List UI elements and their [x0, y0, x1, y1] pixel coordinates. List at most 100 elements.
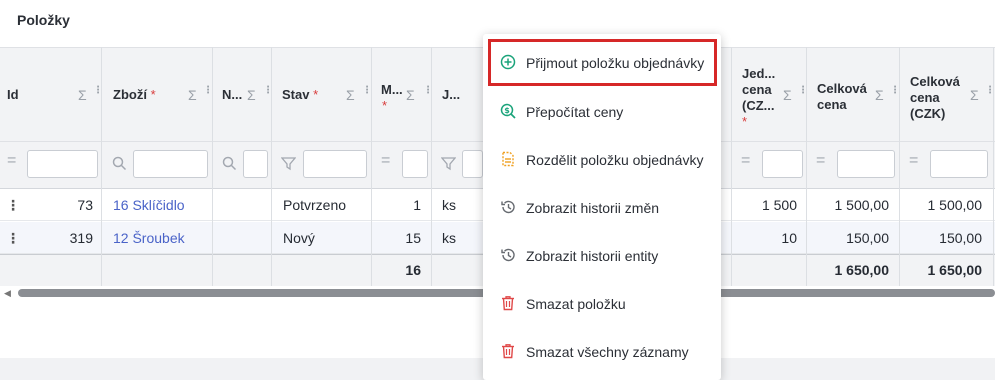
column-header-label-line: cena	[742, 82, 772, 97]
row-actions-icon[interactable]: ⋮	[6, 189, 20, 221]
column-header-label: Stav	[282, 86, 310, 102]
filter-input[interactable]	[462, 150, 483, 178]
required-mark: *	[742, 114, 748, 129]
equals-filter-icon[interactable]: =	[7, 152, 16, 170]
filter-input[interactable]	[402, 150, 428, 178]
cell-jed-cena: 10	[781, 230, 797, 246]
sum-icon[interactable]: Σ	[188, 87, 197, 103]
column-menu-icon[interactable]: ⋮	[362, 86, 372, 96]
column-header-celkova-cena-czk[interactable]: Celková cena (CZK) Σ ⋮	[899, 47, 995, 142]
filter-input[interactable]	[243, 150, 268, 178]
filter-stav	[271, 150, 371, 180]
column-header-label: N...	[222, 86, 243, 102]
menu-item-label: Zobrazit historii změn	[526, 200, 660, 216]
column-header-label-line: (CZ...	[742, 98, 775, 113]
search-icon[interactable]	[222, 156, 237, 175]
column-header-label-line: (CZK)	[910, 106, 946, 121]
sum-icon[interactable]: Σ	[78, 87, 87, 103]
cell-id: 319	[69, 230, 93, 246]
menu-item-label: Smazat položku	[526, 296, 626, 312]
funnel-icon[interactable]	[440, 156, 457, 175]
column-header-label: Zboží	[113, 86, 147, 102]
column-divider	[993, 47, 994, 286]
menu-item-label: Zobrazit historii entity	[526, 248, 659, 264]
column-menu-icon[interactable]: ⋮	[423, 86, 433, 96]
column-header-stav[interactable]: Stav * Σ ⋮	[271, 47, 372, 142]
column-header-label-line: Celková	[817, 81, 867, 96]
split-document-icon	[500, 151, 516, 167]
sum-icon[interactable]: Σ	[346, 87, 355, 103]
filter-zbozi	[101, 150, 212, 180]
filter-m: =	[371, 150, 431, 180]
equals-filter-icon[interactable]: =	[381, 152, 390, 170]
total-mnozstvi: 16	[405, 262, 421, 278]
scroll-left-icon[interactable]: ◀	[4, 288, 11, 299]
filter-input[interactable]	[762, 150, 803, 178]
column-menu-icon[interactable]: ⋮	[263, 86, 273, 96]
equals-filter-icon[interactable]: =	[816, 152, 825, 170]
cell-stav: Nový	[283, 230, 315, 246]
menu-item-smazat-vse[interactable]: Smazat všechny záznamy	[483, 328, 721, 376]
filter-input[interactable]	[27, 150, 98, 178]
column-header-label-line: cena	[817, 97, 847, 112]
equals-filter-icon[interactable]: =	[909, 152, 918, 170]
menu-item-rozdelit[interactable]: Rozdělit položku objednávky	[483, 136, 721, 184]
column-header-id[interactable]: Id Σ ⋮	[0, 47, 103, 142]
column-header-n[interactable]: N... Σ ⋮	[212, 47, 273, 142]
cell-id: 73	[77, 197, 93, 213]
column-header-label: J...	[442, 86, 461, 102]
column-menu-icon[interactable]: ⋮	[93, 86, 103, 96]
required-mark: *	[150, 86, 156, 102]
menu-item-historie-zmen[interactable]: Zobrazit historii změn	[483, 184, 721, 232]
filter-input[interactable]	[133, 150, 208, 178]
sum-icon[interactable]: Σ	[406, 87, 415, 103]
filter-input[interactable]	[930, 150, 988, 178]
column-menu-icon[interactable]: ⋮	[890, 86, 900, 96]
column-header-celkova-cena[interactable]: Celková cena Σ ⋮	[806, 47, 900, 142]
column-header-jed-cena[interactable]: Jed... cena (CZ... * Σ ⋮	[731, 47, 808, 142]
column-menu-icon[interactable]: ⋮	[985, 86, 995, 96]
column-menu-icon[interactable]: ⋮	[203, 86, 213, 96]
cell-zbozi-link[interactable]: 16 Sklíčidlo	[113, 189, 185, 221]
cell-celkova-cena: 150,00	[846, 230, 889, 246]
sum-icon[interactable]: Σ	[783, 87, 792, 103]
filter-celkova-cena-czk: =	[899, 150, 993, 180]
cell-mnozstvi: 15	[405, 230, 421, 246]
column-header-label-line: cena	[910, 90, 940, 105]
cell-zbozi-link[interactable]: 12 Šroubek	[113, 222, 185, 254]
column-header-m[interactable]: M... * Σ ⋮	[371, 47, 433, 142]
filter-input[interactable]	[303, 150, 367, 178]
menu-item-historie-entity[interactable]: Zobrazit historii entity	[483, 232, 721, 280]
row-actions-icon[interactable]: ⋮	[6, 222, 20, 254]
menu-item-label: Smazat všechny záznamy	[526, 344, 689, 360]
filter-celkova-cena: =	[806, 150, 899, 180]
filter-j	[431, 150, 483, 180]
column-menu-icon[interactable]: ⋮	[798, 86, 808, 96]
menu-item-smazat[interactable]: Smazat položku	[483, 280, 721, 328]
menu-item-prepocitat[interactable]: $ Přepočítat ceny	[483, 88, 721, 136]
filter-input[interactable]	[837, 150, 895, 178]
sum-icon[interactable]: Σ	[875, 87, 884, 103]
trash-icon	[500, 343, 516, 359]
cell-celkova-cena: 1 500,00	[834, 197, 890, 213]
filter-n	[212, 150, 271, 180]
required-mark: *	[382, 98, 388, 113]
sum-icon[interactable]: Σ	[970, 87, 979, 103]
menu-item-label: Přepočítat ceny	[526, 104, 624, 120]
required-mark: *	[313, 86, 319, 102]
svg-text:$: $	[504, 106, 510, 115]
section-title: Položky	[17, 12, 70, 28]
column-header-zbozi[interactable]: Zboží * Σ ⋮	[101, 47, 213, 142]
total-celkova-cena-czk: 1 650,00	[927, 262, 983, 278]
funnel-icon[interactable]	[280, 156, 297, 175]
sum-icon[interactable]: Σ	[247, 87, 256, 103]
search-icon[interactable]	[112, 156, 127, 175]
history-icon	[500, 199, 516, 215]
history-icon	[500, 247, 516, 263]
equals-filter-icon[interactable]: =	[741, 152, 750, 170]
column-header-j[interactable]: J...	[431, 47, 483, 142]
cell-celkova-cena-czk: 150,00	[939, 230, 982, 246]
filter-id: =	[0, 150, 101, 180]
cell-celkova-cena-czk: 1 500,00	[927, 197, 983, 213]
cell-jednotka: ks	[442, 197, 456, 213]
